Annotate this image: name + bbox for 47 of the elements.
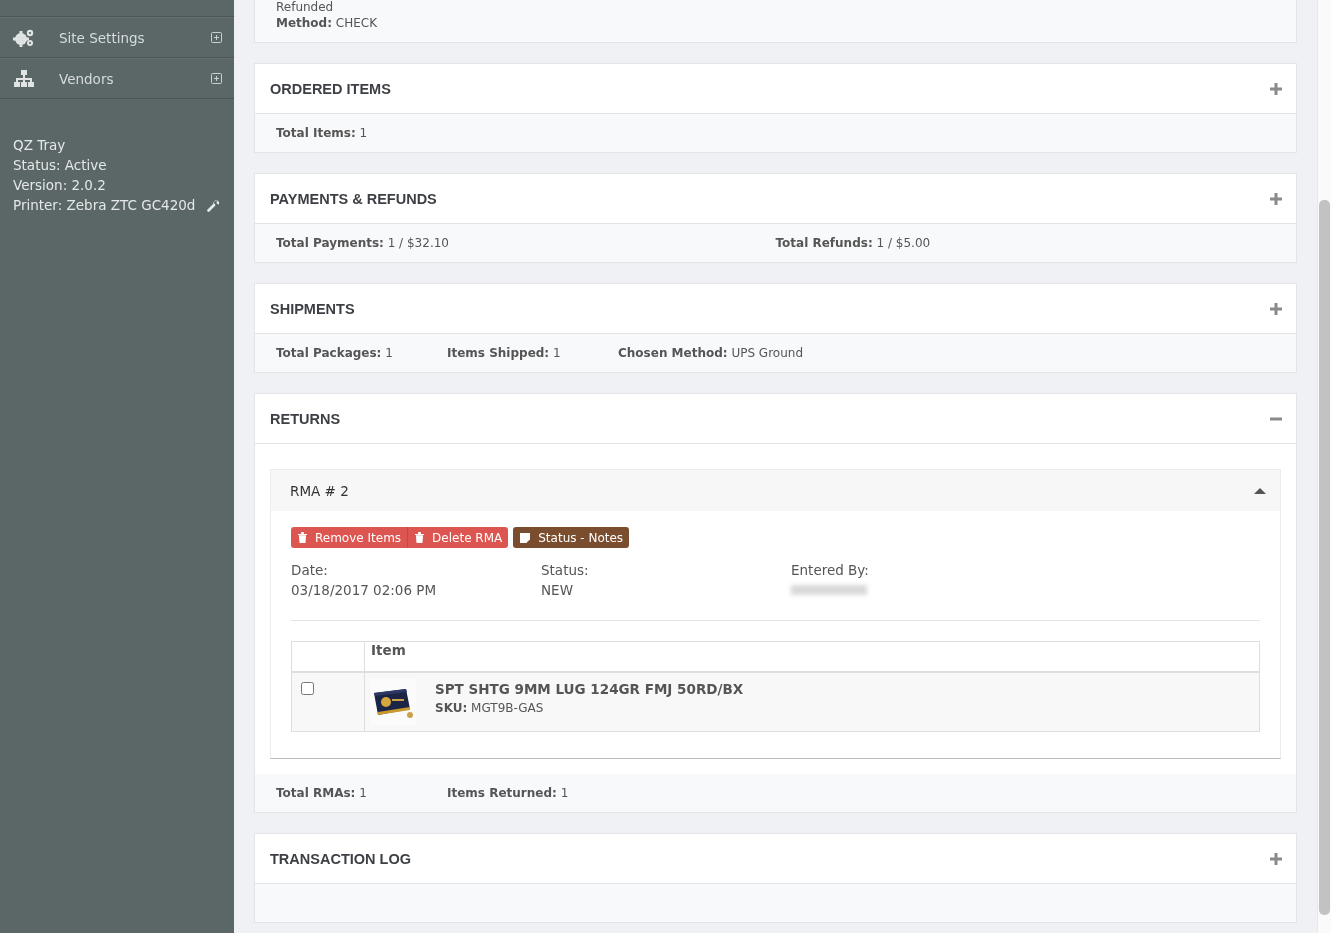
notes-button[interactable]: Status - Notes xyxy=(513,527,630,548)
expand-icon[interactable] xyxy=(1270,192,1282,205)
sidebar-item[interactable]: Site Settings xyxy=(0,17,234,58)
trash-icon xyxy=(415,532,425,543)
trash-icon xyxy=(298,532,307,543)
expand-icon[interactable] xyxy=(211,32,222,43)
expand-icon[interactable] xyxy=(1270,82,1282,95)
section-title: TRANSACTION LOG xyxy=(270,850,411,867)
summary-text: Total Payments: 1 / $32.10 xyxy=(276,236,449,250)
section-title: ORDERED ITEMS xyxy=(270,80,391,97)
item-name: SPT SHTG 9MM LUG 124GR FMJ 50RD/BX xyxy=(435,681,744,697)
status-text: Version: 2.0.2 xyxy=(13,176,106,195)
info-value: 03/18/2017 02:06 PM xyxy=(291,581,437,600)
status-text: Status: Active xyxy=(13,156,107,175)
expand-icon[interactable] xyxy=(1270,302,1282,315)
summary-text: Items Shipped: 1 xyxy=(447,346,561,360)
summary-text: Items Returned: 1 xyxy=(447,786,569,800)
status-text: QZ Tray xyxy=(13,136,66,155)
section-title: SHIPMENTS xyxy=(270,300,355,317)
item-sku: SKU: MGT9B-GAS xyxy=(435,701,545,715)
rma-title: RMA # 2 xyxy=(290,482,349,499)
status-text: Refunded xyxy=(276,0,334,15)
action-button[interactable]: Delete RMA xyxy=(407,527,509,548)
summary-text: Chosen Method: UPS Ground xyxy=(618,346,803,360)
info-label: Date: xyxy=(291,561,329,580)
expand-icon[interactable] xyxy=(211,73,222,84)
summary-text: Total Items: 1 xyxy=(276,126,368,140)
summary-text: Total RMAs: 1 xyxy=(276,786,367,800)
method-text: Method: CHECK xyxy=(276,15,378,31)
status-text: Printer: Zebra ZTC GC420d xyxy=(13,196,196,215)
summary-text: Total Packages: 1 xyxy=(276,346,393,360)
expand-icon[interactable] xyxy=(1270,852,1282,865)
summary-text: Total Refunds: 1 / $5.00 xyxy=(775,236,931,250)
action-button[interactable]: Remove Items xyxy=(291,527,408,548)
caret-icon[interactable] xyxy=(1254,487,1266,494)
wrench-icon[interactable] xyxy=(207,198,222,212)
gears-icon xyxy=(13,27,35,48)
note-icon xyxy=(520,532,531,543)
sidebar-item[interactable]: Vendors xyxy=(0,58,234,99)
sitemap-icon xyxy=(13,69,35,88)
info-value: NEW xyxy=(541,581,573,600)
section-title: PAYMENTS & REFUNDS xyxy=(270,190,437,207)
scrollbar[interactable] xyxy=(1319,200,1330,915)
section-title: RETURNS xyxy=(270,410,341,427)
info-label: Entered By: xyxy=(791,561,870,580)
row-checkbox[interactable] xyxy=(301,682,314,695)
info-label: Status: xyxy=(541,561,590,580)
